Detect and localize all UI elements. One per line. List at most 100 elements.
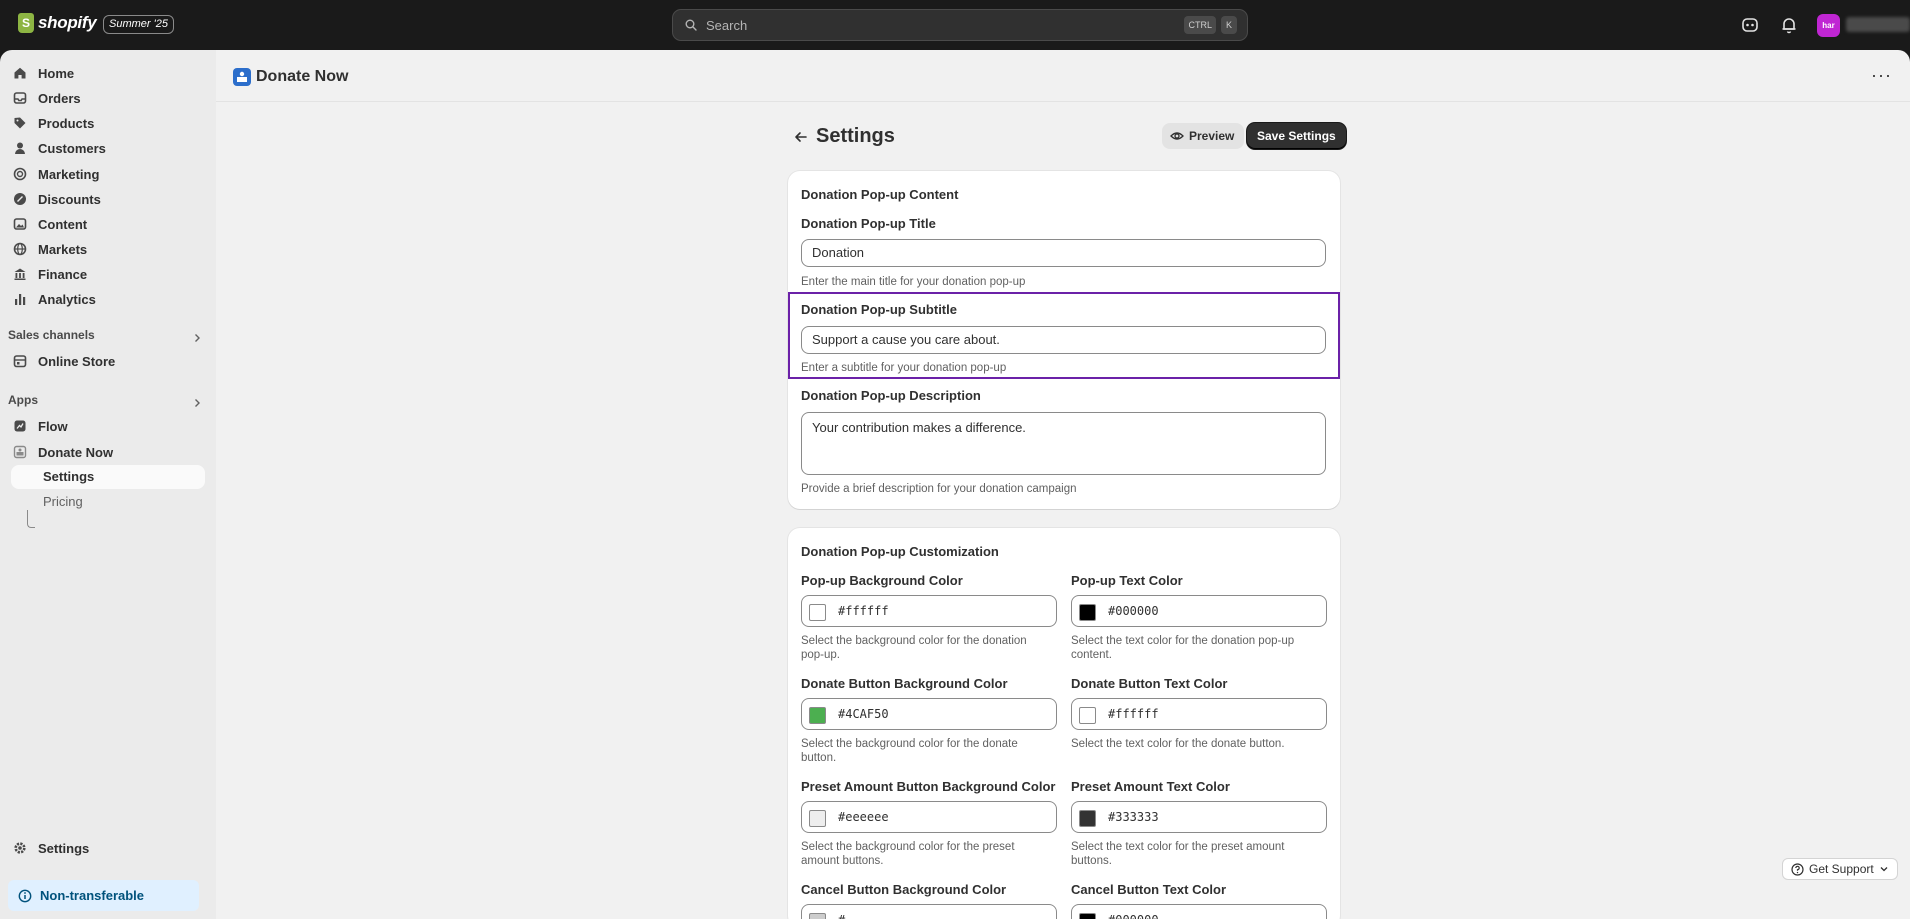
sidebar-item-content[interactable]: Content [12, 212, 87, 236]
app-header: Donate Now ··· [216, 50, 1910, 102]
sidekick-icon[interactable] [1739, 14, 1761, 36]
chevron-right-icon[interactable] [191, 397, 203, 409]
sidebar-item-home[interactable]: Home [12, 61, 74, 85]
more-actions-icon[interactable]: ··· [1871, 66, 1892, 84]
sidebar-item-flow[interactable]: Flow [12, 414, 68, 438]
sidebar-item-discounts[interactable]: Discounts [12, 187, 101, 211]
donate-button-text-color-input[interactable]: #ffffff [1071, 698, 1327, 730]
sidebar-item-customers[interactable]: Customers [12, 136, 106, 160]
color-swatch[interactable] [1079, 913, 1096, 919]
sidebar-label-customers: Customers [38, 140, 106, 156]
page-title: Settings [816, 125, 895, 147]
color-swatch[interactable] [809, 810, 826, 827]
color-swatch[interactable] [809, 707, 826, 724]
image-icon [12, 216, 28, 232]
sidebar-subitem-settings[interactable]: Settings [11, 465, 205, 489]
sidebar-item-finance[interactable]: Finance [12, 262, 87, 286]
edition-badge[interactable]: Summer '25 [103, 15, 174, 34]
back-arrow-icon[interactable] [791, 127, 811, 147]
popup-text-color-input[interactable]: #000000 [1071, 595, 1327, 627]
color-value: #333333 [1108, 810, 1159, 824]
color-field-label: Donate Button Background Color [801, 676, 1008, 691]
color-value: #000000 [1108, 913, 1159, 919]
chevron-down-icon [1880, 867, 1888, 872]
preview-button[interactable]: Preview [1162, 123, 1245, 149]
sidebar-label-online-store: Online Store [38, 353, 116, 369]
non-transferable-banner[interactable]: Non-transferable [8, 880, 199, 911]
sidebar-item-analytics[interactable]: Analytics [12, 287, 96, 311]
sidebar-item-markets[interactable]: Markets [12, 237, 87, 261]
color-swatch[interactable] [1079, 604, 1096, 621]
sidebar-label-discounts: Discounts [38, 191, 101, 207]
color-help-text: Select the background color for the dona… [801, 635, 1027, 661]
chevron-right-icon[interactable] [191, 332, 203, 344]
sidebar-item-settings[interactable]: Settings [12, 836, 89, 860]
color-help-text: Select the text color for the preset amo… [1071, 841, 1285, 867]
color-help-text: Select the background color for the pres… [801, 841, 1015, 867]
help-circle-icon [1791, 862, 1804, 876]
color-swatch[interactable] [1079, 707, 1096, 724]
donate-button-bg-color-input[interactable]: #4CAF50 [801, 698, 1057, 730]
search-bar[interactable]: Search CTRL K [672, 9, 1248, 41]
customization-card: Donation Pop-up Customization Pop-up Bac… [788, 528, 1340, 919]
shopify-logo[interactable]: S shopify [18, 13, 97, 33]
sidebar-item-donate-now[interactable]: Donate Now [12, 440, 113, 464]
color-field-label: Pop-up Text Color [1071, 573, 1183, 588]
sidebar-label-flow: Flow [38, 418, 68, 434]
shortcut-k: K [1220, 16, 1237, 34]
get-support-button[interactable]: Get Support [1782, 858, 1898, 880]
color-value: #ffffff [838, 604, 889, 618]
person-icon [12, 140, 28, 156]
sales-channels-heading[interactable]: Sales channels [8, 328, 95, 342]
color-swatch[interactable] [1079, 810, 1096, 827]
color-swatch[interactable] [809, 604, 826, 621]
color-help-text: Select the text color for the donate but… [1071, 738, 1285, 750]
eye-icon [1170, 132, 1184, 140]
sidebar-subitem-pricing[interactable]: Pricing [11, 490, 205, 514]
store-name-blurred[interactable] [1846, 17, 1910, 32]
sidebar-label-analytics: Analytics [38, 291, 96, 307]
color-field-label: Preset Amount Button Background Color [801, 779, 1056, 794]
sidebar-item-online-store[interactable]: Online Store [12, 349, 115, 373]
color-swatch[interactable] [809, 913, 826, 919]
flow-icon [12, 418, 28, 434]
description-field-label: Donation Pop-up Description [801, 388, 981, 403]
content-card-title: Donation Pop-up Content [801, 187, 959, 202]
preset-text-color-input[interactable]: #333333 [1071, 801, 1327, 833]
sidebar-label-settings: Settings [38, 840, 90, 856]
color-field-label: Cancel Button Text Color [1071, 882, 1227, 897]
sidebar-item-marketing[interactable]: Marketing [12, 162, 99, 186]
orders-icon [12, 90, 28, 106]
main-area: Donate Now ··· Settings Preview Save Set… [216, 50, 1910, 919]
cancel-button-text-color-input[interactable]: #000000 [1071, 904, 1327, 919]
popup-bg-color-input[interactable]: #ffffff [801, 595, 1057, 627]
sidebar-item-products[interactable]: Products [12, 111, 94, 135]
color-help-text: Select the background color for the dona… [801, 738, 1018, 764]
subtitle-help-text: Enter a subtitle for your donation pop-u… [801, 362, 1007, 374]
sidebar-label-products: Products [38, 115, 95, 131]
cancel-button-bg-color-input[interactable]: # [801, 904, 1057, 919]
target-icon [12, 166, 28, 182]
bell-icon[interactable] [1778, 14, 1800, 36]
discount-icon [12, 191, 28, 207]
save-settings-button[interactable]: Save Settings [1247, 123, 1346, 149]
donate-app-icon [233, 68, 251, 86]
sidebar-item-orders[interactable]: Orders [12, 86, 81, 110]
brand-name: shopify [38, 13, 97, 32]
preset-button-bg-color-input[interactable]: #eeeeee [801, 801, 1057, 833]
color-value: # [838, 913, 845, 919]
description-help-text: Provide a brief description for your don… [801, 483, 1077, 495]
subtitle-input[interactable]: Support a cause you care about. [801, 326, 1326, 354]
shopify-bag-icon: S [18, 13, 34, 33]
title-field-label: Donation Pop-up Title [801, 216, 936, 231]
color-field-label: Donate Button Text Color [1071, 676, 1228, 691]
search-icon [685, 19, 697, 31]
apps-heading[interactable]: Apps [8, 393, 38, 407]
sidebar-label-content: Content [38, 216, 88, 232]
color-value: #4CAF50 [838, 707, 889, 721]
color-value: #000000 [1108, 604, 1159, 618]
description-textarea[interactable]: Your contribution makes a difference. [801, 412, 1326, 475]
get-support-label: Get Support [1809, 862, 1874, 876]
avatar[interactable]: har [1817, 14, 1840, 37]
title-input[interactable]: Donation [801, 239, 1326, 267]
